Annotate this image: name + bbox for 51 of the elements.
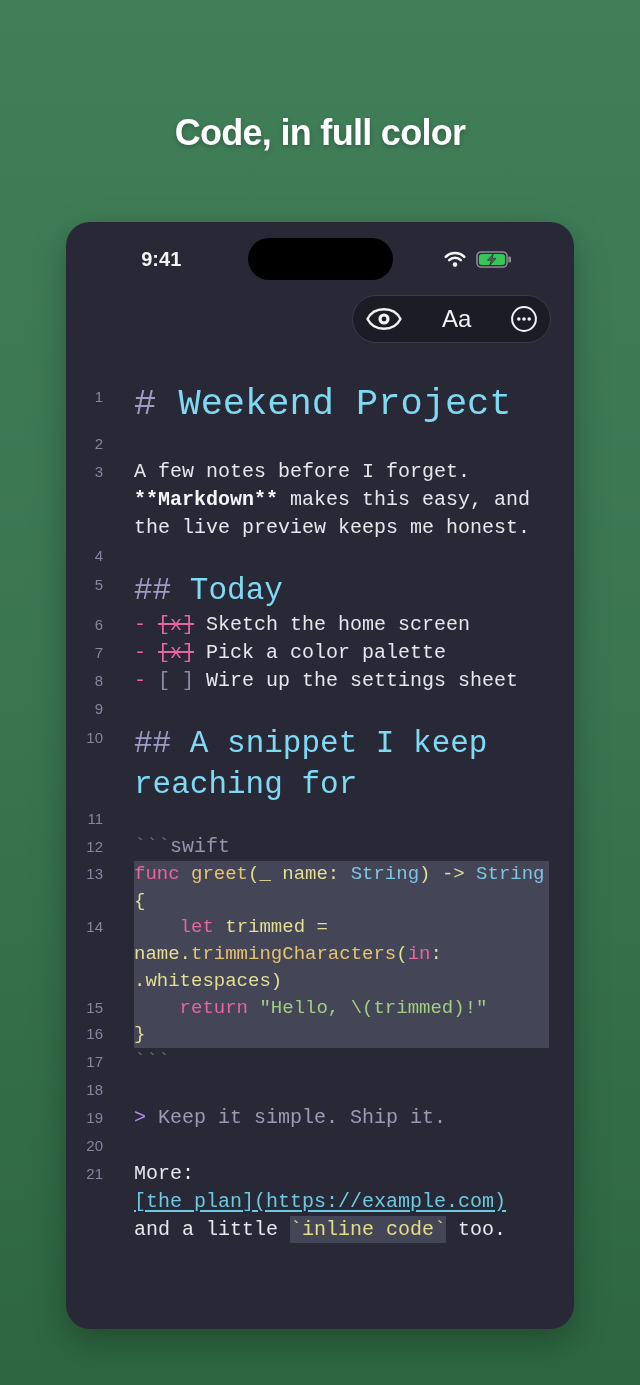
line-number: 2: [94, 434, 103, 454]
task-text: Sketch the home screen: [206, 612, 471, 638]
font-button[interactable]: Aa: [442, 305, 472, 333]
line-number: 9: [94, 699, 103, 719]
task-text: Pick a color palette: [206, 640, 447, 666]
quote-text: > Keep it simple. Ship it.: [134, 1104, 447, 1131]
code-fence: ```: [134, 1048, 170, 1075]
code-line: return "Hello, \(trimmed)!": [178, 995, 488, 1021]
status-time: 9:41: [141, 247, 182, 271]
heading-text: ## Today: [134, 572, 283, 610]
paragraph-text: More: [the plan](https://example.com) and a little `inline code` too.: [134, 1160, 508, 1244]
preview-button[interactable]: [366, 308, 402, 330]
line-number: 6: [94, 615, 103, 635]
code-line: let trimmed = name.trimmingCharacters(in: .whitespaces): [134, 915, 443, 994]
list-bullet: -: [134, 640, 146, 666]
line-number: 10: [86, 728, 103, 748]
line-number: 13: [86, 864, 103, 884]
heading-text: # Weekend Project: [134, 382, 512, 427]
code-line: }: [134, 1022, 146, 1048]
line-number: 12: [86, 837, 103, 857]
line-number: 21: [86, 1163, 103, 1184]
code-fence: ```swift: [134, 834, 231, 860]
line-number: 7: [94, 643, 103, 663]
paragraph-text: A few notes before I forget. **Markdown** makes this easy, and the live preview keeps me honest.: [134, 459, 532, 541]
wifi-icon: [443, 251, 466, 267]
heading-text: ## A snippet I keep reaching for: [134, 725, 489, 804]
line-number: 17: [86, 1051, 103, 1072]
line-number: 8: [94, 671, 103, 691]
line-number: 16: [86, 1024, 103, 1045]
list-bullet: -: [134, 668, 146, 694]
line-number: 14: [86, 917, 103, 938]
line-number: 11: [87, 809, 103, 829]
list-bullet: -: [134, 612, 146, 638]
ellipsis-circle-icon: [511, 306, 538, 332]
line-number: 4: [94, 546, 103, 566]
line-number: 15: [86, 997, 103, 1018]
more-button[interactable]: [511, 306, 538, 332]
line-number: 3: [94, 462, 103, 482]
task-text: Wire up the settings sheet: [206, 668, 519, 694]
task-marker: [x]: [158, 612, 195, 638]
line-number: 5: [94, 575, 103, 595]
line-number: 19: [86, 1107, 103, 1128]
headline-text: Code, in full color: [174, 111, 466, 155]
eye-icon: [366, 308, 402, 330]
line-number: 1: [94, 387, 103, 407]
task-marker: [ ]: [158, 668, 195, 694]
line-number: 18: [86, 1079, 103, 1100]
link-text[interactable]: [the plan](https://example.com): [134, 1189, 507, 1213]
battery-charging-icon: [475, 250, 512, 268]
line-number: 20: [86, 1135, 103, 1156]
task-marker: [x]: [158, 640, 195, 666]
